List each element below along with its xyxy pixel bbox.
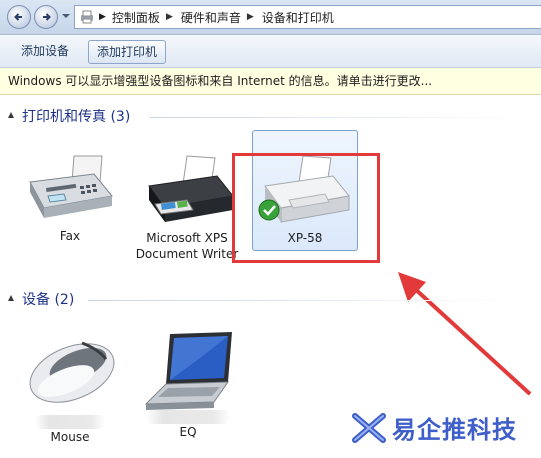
laptop-icon <box>144 332 232 410</box>
forward-button[interactable] <box>34 5 58 29</box>
add-device-button[interactable]: 添加设备 <box>13 40 77 62</box>
mouse-label: Mouse <box>50 430 90 444</box>
address-box[interactable]: ▶ 控制面板 ▶ 硬件和声音 ▶ 设备和打印机 <box>74 5 541 29</box>
add-printer-button[interactable]: 添加打印机 <box>88 40 167 64</box>
fax-label: Fax <box>59 229 81 243</box>
recent-pages-dropdown[interactable] <box>62 14 70 18</box>
breadcrumb-control-panel[interactable]: 控制面板 <box>112 9 160 26</box>
devices-printers-icon <box>81 10 93 24</box>
command-bar: 添加设备 添加打印机 <box>0 35 541 68</box>
blurred-text <box>146 410 230 424</box>
blurred-text <box>35 415 105 429</box>
annotation-highlight-box <box>232 153 380 263</box>
devices-group-title: 设备 (2) <box>22 292 75 308</box>
eq-device[interactable]: EQ <box>136 330 240 440</box>
breadcrumb-root-arrow-icon[interactable]: ▶ <box>99 12 106 22</box>
breadcrumb-arrow-icon[interactable]: ▶ <box>166 12 173 22</box>
xps-writer-device[interactable]: Microsoft XPS Document Writer <box>132 152 242 262</box>
forward-arrow-icon <box>43 13 51 21</box>
printer-icon <box>148 155 234 222</box>
fax-device[interactable]: Fax <box>18 152 122 244</box>
breadcrumb: 控制面板 ▶ 硬件和声音 ▶ 设备和打印机 <box>112 9 334 26</box>
mouse-icon <box>29 341 115 403</box>
back-arrow-icon <box>14 13 22 21</box>
group-divider <box>150 117 530 118</box>
eq-label: EQ <box>179 425 197 439</box>
group-divider <box>88 300 528 301</box>
xps-writer-label: Microsoft XPS Document Writer <box>135 231 239 261</box>
annotation-arrow-icon <box>398 272 532 396</box>
breadcrumb-arrow-icon[interactable]: ▶ <box>247 12 254 22</box>
collapse-triangle-icon[interactable] <box>8 112 14 118</box>
mouse-device[interactable]: Mouse <box>18 335 122 445</box>
breadcrumb-devices-printers[interactable]: 设备和打印机 <box>262 9 334 26</box>
breadcrumb-hardware-sound[interactable]: 硬件和声音 <box>181 9 241 26</box>
watermark-text: 易企推科技 <box>392 416 517 444</box>
watermark-logo-icon <box>352 412 386 443</box>
collapse-triangle-icon[interactable] <box>8 295 14 301</box>
back-button[interactable] <box>7 5 31 29</box>
info-bar[interactable]: Windows 可以显示增强型设备图标和来自 Internet 的信息。请单击进… <box>0 68 541 95</box>
address-bar-area: ▶ 控制面板 ▶ 硬件和声音 ▶ 设备和打印机 <box>0 0 541 35</box>
printers-group-header[interactable]: 打印机和传真 (3) <box>8 106 130 126</box>
watermark: 易企推科技 <box>352 410 517 445</box>
devices-group-header[interactable]: 设备 (2) <box>8 289 74 309</box>
printers-group-title: 打印机和传真 (3) <box>22 109 131 125</box>
fax-icon <box>29 155 113 218</box>
